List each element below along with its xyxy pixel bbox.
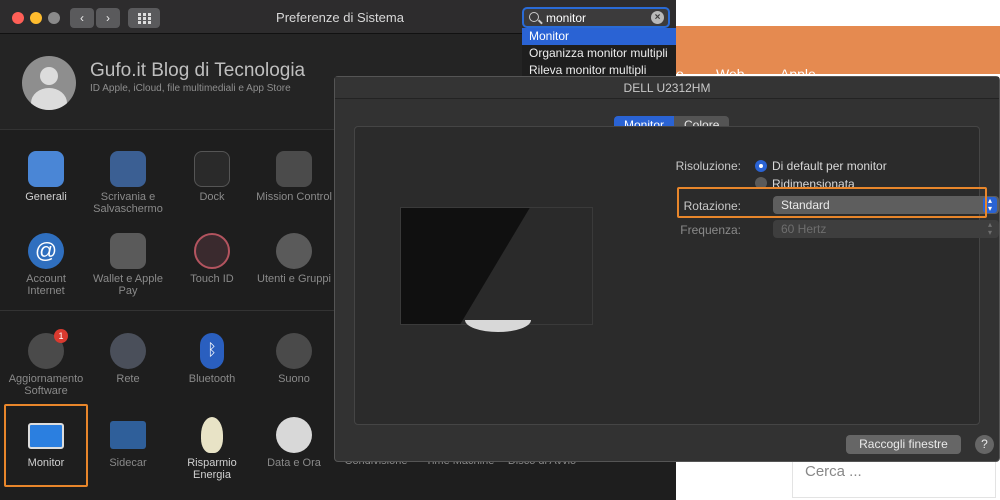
speaker-icon <box>276 333 312 369</box>
gather-windows-button[interactable]: Raccogli finestre <box>846 435 961 454</box>
pref-suono[interactable]: Suono <box>254 333 334 385</box>
pref-scrivania[interactable]: Scrivania e Salvaschermo <box>88 151 168 215</box>
zoom-window-button[interactable] <box>48 12 60 24</box>
pref-account-internet[interactable]: @ Account Internet <box>6 233 86 297</box>
frequency-value: 60 Hertz <box>781 222 827 236</box>
network-globe-icon <box>110 333 146 369</box>
search-icon <box>529 12 539 22</box>
monitor-preview-image <box>400 207 593 325</box>
pref-sidecar[interactable]: Sidecar <box>88 417 168 469</box>
forward-button[interactable]: › <box>96 8 120 28</box>
lightbulb-icon <box>201 417 223 453</box>
window-title: Preferenze di Sistema <box>276 10 404 25</box>
show-all-grid-button[interactable] <box>128 8 160 28</box>
search-suggestions: Monitor Organizza monitor multipli Rilev… <box>522 28 676 80</box>
frequency-select: 60 Hertz ▴ ▾ <box>773 220 999 238</box>
search-field[interactable]: monitor × <box>522 7 670 28</box>
pref-bluetooth[interactable]: ᛒ Bluetooth <box>172 333 252 385</box>
pref-wallet[interactable]: Wallet e Apple Pay <box>88 233 168 297</box>
monitor-stand <box>465 320 531 332</box>
pref-data-ora[interactable]: Data e Ora <box>254 417 334 469</box>
at-sign-icon: @ <box>28 233 64 269</box>
sidecar-icon <box>110 421 146 449</box>
resolution-label: Risoluzione: <box>675 159 741 173</box>
mission-control-icon <box>276 151 312 187</box>
pref-dock[interactable]: Dock <box>172 151 252 203</box>
account-subtitle: ID Apple, iCloud, file multimediali e Ap… <box>90 83 291 94</box>
display-settings-panel: Risoluzione: Di default per monitor Ridi… <box>354 126 999 425</box>
dock-icon <box>194 151 230 187</box>
suggestion-item[interactable]: Organizza monitor multipli <box>522 45 676 62</box>
resolution-default-label[interactable]: Di default per monitor <box>772 159 887 173</box>
account-name: Gufo.it Blog di Tecnologia <box>90 60 306 81</box>
avatar <box>22 56 76 110</box>
minimize-window-button[interactable] <box>30 12 42 24</box>
display-window-title: DELL U2312HM <box>335 77 999 99</box>
pref-risparmio-energia[interactable]: Risparmio Energia <box>172 417 252 481</box>
search-input[interactable]: monitor <box>546 11 586 25</box>
display-preferences-window: DELL U2312HM Monitor Colore Risoluzione:… <box>334 76 1000 462</box>
pref-mission-control[interactable]: Mission Control <box>254 151 334 203</box>
close-window-button[interactable] <box>12 12 24 24</box>
pref-aggiornamento-software[interactable]: 1 Aggiornamento Software <box>6 329 86 397</box>
fingerprint-icon <box>194 233 230 269</box>
frequency-label: Frequenza: <box>680 223 741 237</box>
monitor-highlight-box <box>4 404 88 487</box>
pref-generali[interactable]: Generali <box>6 151 86 203</box>
pref-rete[interactable]: Rete <box>88 333 168 385</box>
clock-icon <box>276 417 312 453</box>
suggestion-item[interactable]: Monitor <box>522 28 676 45</box>
wallet-icon <box>110 233 146 269</box>
bluetooth-icon: ᛒ <box>200 333 224 369</box>
pref-utenti[interactable]: Utenti e Gruppi <box>254 233 334 285</box>
users-icon <box>276 233 312 269</box>
update-count-badge: 1 <box>54 329 68 343</box>
chevron-updown-icon: ▴ ▾ <box>987 220 992 237</box>
resolution-default-radio[interactable] <box>755 160 767 172</box>
desktop-icon <box>110 151 146 187</box>
web-header-bar: o Web Apple <box>676 26 1000 82</box>
rotation-highlight-box <box>677 187 987 218</box>
software-update-gear-icon: 1 <box>28 329 68 369</box>
screen-reflection-icon <box>460 208 592 324</box>
general-icon <box>28 151 64 187</box>
back-button[interactable]: ‹ <box>70 8 94 28</box>
clear-search-icon[interactable]: × <box>651 11 664 24</box>
help-button[interactable]: ? <box>975 435 994 454</box>
pref-touch-id[interactable]: Touch ID <box>172 233 252 285</box>
